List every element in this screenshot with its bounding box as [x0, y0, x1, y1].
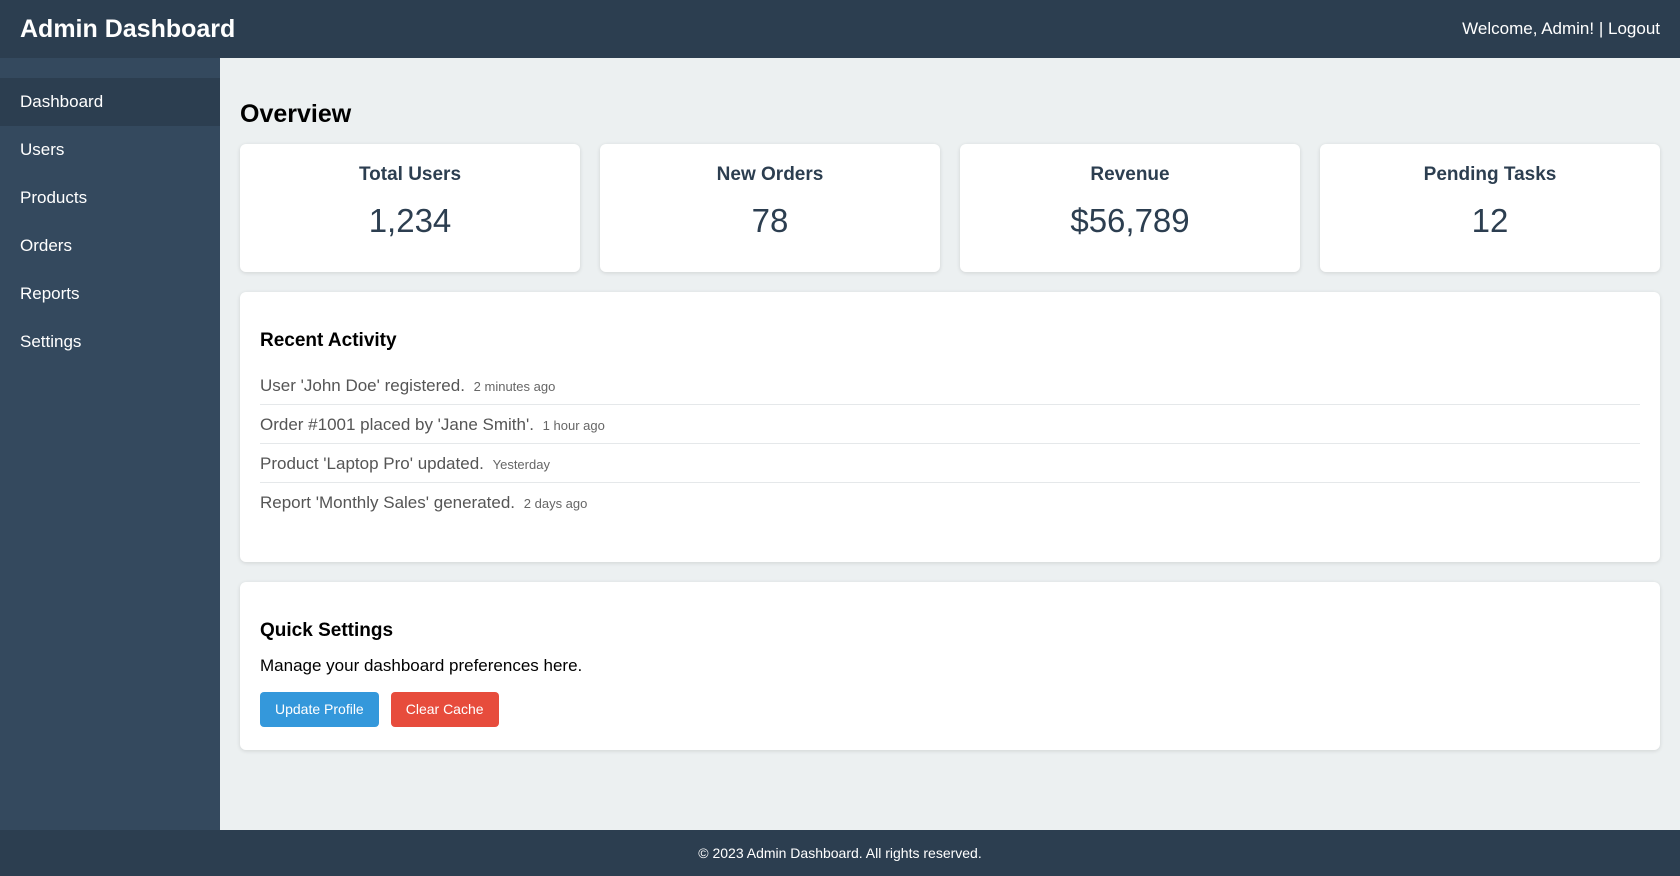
- app-title: Admin Dashboard: [20, 14, 236, 43]
- list-item: Product 'Laptop Pro' updated. Yesterday: [260, 444, 1640, 483]
- activity-text: Order #1001 placed by 'Jane Smith'.: [260, 415, 534, 434]
- list-item: User 'John Doe' registered. 2 minutes ag…: [260, 366, 1640, 405]
- activity-time: 2 days ago: [523, 496, 588, 511]
- sidebar-item-products[interactable]: Products: [0, 174, 220, 222]
- update-profile-button[interactable]: Update Profile: [260, 692, 379, 727]
- quick-settings-panel: Quick Settings Manage your dashboard pre…: [240, 582, 1660, 750]
- sidebar-item-reports[interactable]: Reports: [0, 270, 220, 318]
- stat-value: 12: [1471, 202, 1509, 239]
- logout-link[interactable]: Logout: [1608, 19, 1660, 38]
- stats-cards: Total Users 1,234 New Orders 78 Revenue …: [240, 144, 1660, 272]
- recent-activity-title: Recent Activity: [260, 330, 397, 351]
- stat-value: 78: [751, 202, 789, 239]
- stat-value: $56,789: [1070, 202, 1190, 239]
- list-item: Order #1001 placed by 'Jane Smith'. 1 ho…: [260, 405, 1640, 444]
- sidebar-item-dashboard[interactable]: Dashboard: [0, 78, 220, 126]
- recent-activity-panel: Recent Activity User 'John Doe' register…: [240, 292, 1660, 562]
- quick-settings-description: Manage your dashboard preferences here.: [260, 656, 583, 675]
- welcome-text: Welcome, Admin!: [1462, 19, 1595, 38]
- activity-list: User 'John Doe' registered. 2 minutes ag…: [260, 366, 1640, 522]
- activity-text: User 'John Doe' registered.: [260, 376, 465, 395]
- stat-card-total-users: Total Users 1,234: [240, 144, 580, 272]
- stat-value: 1,234: [368, 202, 452, 239]
- activity-time: Yesterday: [492, 457, 550, 472]
- clear-cache-button[interactable]: Clear Cache: [390, 692, 499, 727]
- sidebar-item-orders[interactable]: Orders: [0, 222, 220, 270]
- list-item: Report 'Monthly Sales' generated. 2 days…: [260, 483, 1640, 522]
- stat-card-pending-tasks: Pending Tasks 12: [1320, 144, 1660, 272]
- sidebar-item-settings[interactable]: Settings: [0, 318, 220, 366]
- stat-label: Total Users: [358, 164, 462, 185]
- stat-card-revenue: Revenue $56,789: [960, 144, 1300, 272]
- main-content: Overview Total Users 1,234 New Orders 78…: [220, 58, 1680, 830]
- user-area: Welcome, Admin! | Logout: [1462, 19, 1660, 39]
- separator: |: [1594, 19, 1608, 38]
- footer: © 2023 Admin Dashboard. All rights reser…: [0, 830, 1680, 876]
- sidebar-item-users[interactable]: Users: [0, 126, 220, 174]
- top-header: Admin Dashboard Welcome, Admin! | Logout: [0, 0, 1680, 58]
- stat-label: Pending Tasks: [1423, 164, 1557, 185]
- quick-settings-title: Quick Settings: [260, 620, 394, 641]
- activity-text: Product 'Laptop Pro' updated.: [260, 454, 484, 473]
- activity-time: 1 hour ago: [542, 418, 605, 433]
- page-title: Overview: [240, 100, 352, 128]
- sidebar: Dashboard Users Products Orders Reports …: [0, 58, 220, 830]
- activity-time: 2 minutes ago: [473, 379, 556, 394]
- stat-label: Revenue: [1090, 164, 1170, 185]
- stat-label: New Orders: [716, 164, 824, 185]
- stat-card-new-orders: New Orders 78: [600, 144, 940, 272]
- activity-text: Report 'Monthly Sales' generated.: [260, 493, 516, 512]
